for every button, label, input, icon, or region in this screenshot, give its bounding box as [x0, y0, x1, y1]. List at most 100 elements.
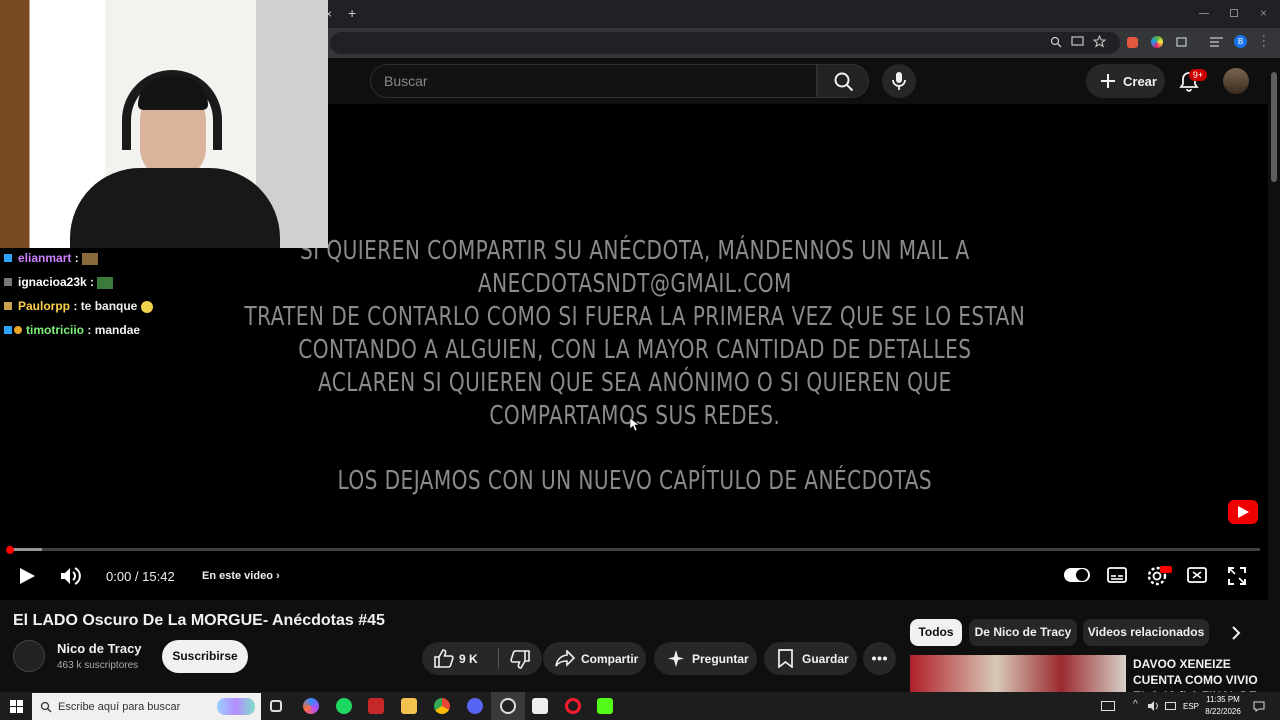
kick-icon[interactable]: [597, 698, 613, 714]
ask-label: Preguntar: [692, 652, 749, 666]
restore-icon[interactable]: [1230, 9, 1238, 17]
time-display: 0:00 / 15:42: [106, 569, 175, 584]
channel-avatar[interactable]: [13, 640, 45, 672]
chip-related-videos[interactable]: Videos relacionados: [1083, 619, 1209, 646]
volume-icon[interactable]: [60, 566, 81, 586]
autoplay-toggle[interactable]: [1064, 568, 1090, 582]
subscribe-button[interactable]: Suscribirse: [162, 640, 248, 673]
subtitles-icon[interactable]: [1107, 567, 1127, 583]
zoom-icon[interactable]: [1050, 36, 1062, 48]
network-icon[interactable]: [1165, 702, 1176, 710]
webcam-overlay: [0, 0, 328, 248]
search-highlight-icon: [217, 698, 255, 715]
create-label: Crear: [1123, 74, 1157, 89]
media-queue-icon[interactable]: [1210, 36, 1223, 47]
voice-search-button[interactable]: [882, 64, 916, 98]
capture-app-icon[interactable]: [532, 698, 548, 714]
minimize-icon[interactable]: [1199, 13, 1209, 14]
notifications-center-icon[interactable]: [1253, 701, 1265, 712]
emote-icon: [82, 252, 99, 265]
sparkle-icon: [668, 650, 684, 667]
chip-all[interactable]: Todos: [910, 619, 962, 646]
extension-color-icon[interactable]: [1151, 36, 1163, 48]
play-icon[interactable]: [19, 567, 36, 585]
thumbs-up-icon: [434, 649, 454, 668]
autoplay-knob-icon: [1076, 569, 1088, 581]
task-view-icon[interactable]: [270, 700, 282, 712]
tray-chevron-icon[interactable]: ^: [1133, 699, 1138, 710]
extension-fox-icon[interactable]: [1127, 37, 1138, 48]
opera-icon[interactable]: [565, 698, 581, 714]
share-label: Compartir: [581, 652, 639, 666]
bookmark-icon: [778, 649, 793, 668]
language-indicator[interactable]: ESP: [1183, 702, 1199, 711]
video-text-line: LOS DEJAMOS CON UN NUEVO CAPÍTULO DE ANÉ…: [337, 466, 933, 496]
browser-menu-icon[interactable]: · · ·: [1262, 31, 1266, 52]
chip-from-channel[interactable]: De Nico de Tracy: [969, 619, 1077, 646]
save-button[interactable]: Guardar: [764, 642, 857, 675]
chat-username[interactable]: Paulorpp: [18, 299, 70, 313]
discord-icon[interactable]: [467, 698, 483, 714]
chapters-label: En este video: [202, 570, 273, 582]
new-tab-button[interactable]: +: [348, 5, 356, 21]
address-bar[interactable]: [330, 32, 1120, 54]
chat-username[interactable]: elianmart: [18, 251, 71, 265]
clock-date: 8/22/2026: [1205, 707, 1241, 716]
chat-badge-icon: [4, 278, 12, 286]
speaker-icon[interactable]: [1148, 701, 1160, 711]
stream-app-icon[interactable]: [368, 698, 384, 714]
progress-bar[interactable]: [8, 548, 1260, 551]
system-clock[interactable]: 11:35 PM 8/22/2026: [1200, 694, 1246, 718]
chat-message: Paulorpp : te banque: [4, 299, 153, 313]
chat-username[interactable]: timotriciio: [26, 323, 84, 337]
in-this-video-button[interactable]: En este video ›: [202, 570, 280, 582]
copilot-icon[interactable]: [303, 698, 319, 714]
dislike-button[interactable]: [500, 642, 542, 675]
like-button[interactable]: 9 K: [422, 642, 494, 675]
extensions-puzzle-icon[interactable]: [1175, 35, 1188, 48]
more-actions-button[interactable]: [863, 642, 896, 675]
spotify-icon[interactable]: [336, 698, 352, 714]
webcam-shirt: [70, 168, 280, 248]
chat-badge-icon: [4, 254, 12, 262]
more-horizontal-icon: [872, 656, 887, 661]
bookmark-star-icon[interactable]: [1093, 35, 1106, 48]
search-input[interactable]: [370, 64, 817, 98]
recommended-video-title[interactable]: DAVOO XENEIZE CUENTA COMO VIVIO EL 9-12 …: [1133, 656, 1268, 692]
file-explorer-icon[interactable]: [401, 698, 417, 714]
chat-message: ignacioa23k :: [4, 275, 114, 289]
channel-name[interactable]: Nico de Tracy: [57, 641, 142, 656]
progress-scrubber[interactable]: [6, 546, 14, 554]
save-label: Guardar: [802, 652, 849, 666]
windows-start-icon[interactable]: [10, 700, 23, 713]
cast-icon[interactable]: [1071, 36, 1084, 48]
search-placeholder: Buscar: [384, 73, 428, 89]
keyboard-icon[interactable]: [1101, 701, 1115, 711]
miniplayer-icon[interactable]: [1187, 567, 1207, 583]
fullscreen-icon[interactable]: [1228, 567, 1246, 585]
chrome-icon[interactable]: [434, 698, 450, 714]
chat-username[interactable]: ignacioa23k: [18, 275, 87, 289]
microphone-icon: [892, 72, 906, 90]
share-button[interactable]: Compartir: [543, 642, 646, 675]
search-icon: [40, 701, 52, 713]
profile-avatar-icon[interactable]: B: [1234, 35, 1247, 48]
recommended-video-thumbnail[interactable]: [910, 655, 1126, 692]
search-button[interactable]: [817, 64, 869, 98]
chevron-right-icon[interactable]: [1231, 626, 1241, 640]
video-title: El LADO Oscuro De La MORGUE- Anécdotas #…: [13, 612, 385, 629]
like-dislike-group: 9 K: [422, 642, 542, 675]
stream-chat: elianmart : ignacioa23k : Paulorpp : te …: [0, 248, 328, 348]
share-arrow-icon: [555, 650, 575, 667]
thumbs-down-icon: [510, 650, 530, 669]
chat-message: elianmart :: [4, 251, 99, 265]
close-window-icon[interactable]: ×: [1260, 6, 1267, 20]
emote-icon: [140, 300, 153, 313]
scrollbar-thumb[interactable]: [1271, 72, 1277, 182]
hd-badge-icon: [1160, 566, 1172, 573]
account-avatar[interactable]: [1223, 68, 1249, 94]
emote-icon: [97, 276, 114, 289]
obs-icon[interactable]: [500, 698, 516, 714]
ask-button[interactable]: Preguntar: [654, 642, 757, 675]
youtube-watermark-icon[interactable]: [1228, 500, 1258, 524]
